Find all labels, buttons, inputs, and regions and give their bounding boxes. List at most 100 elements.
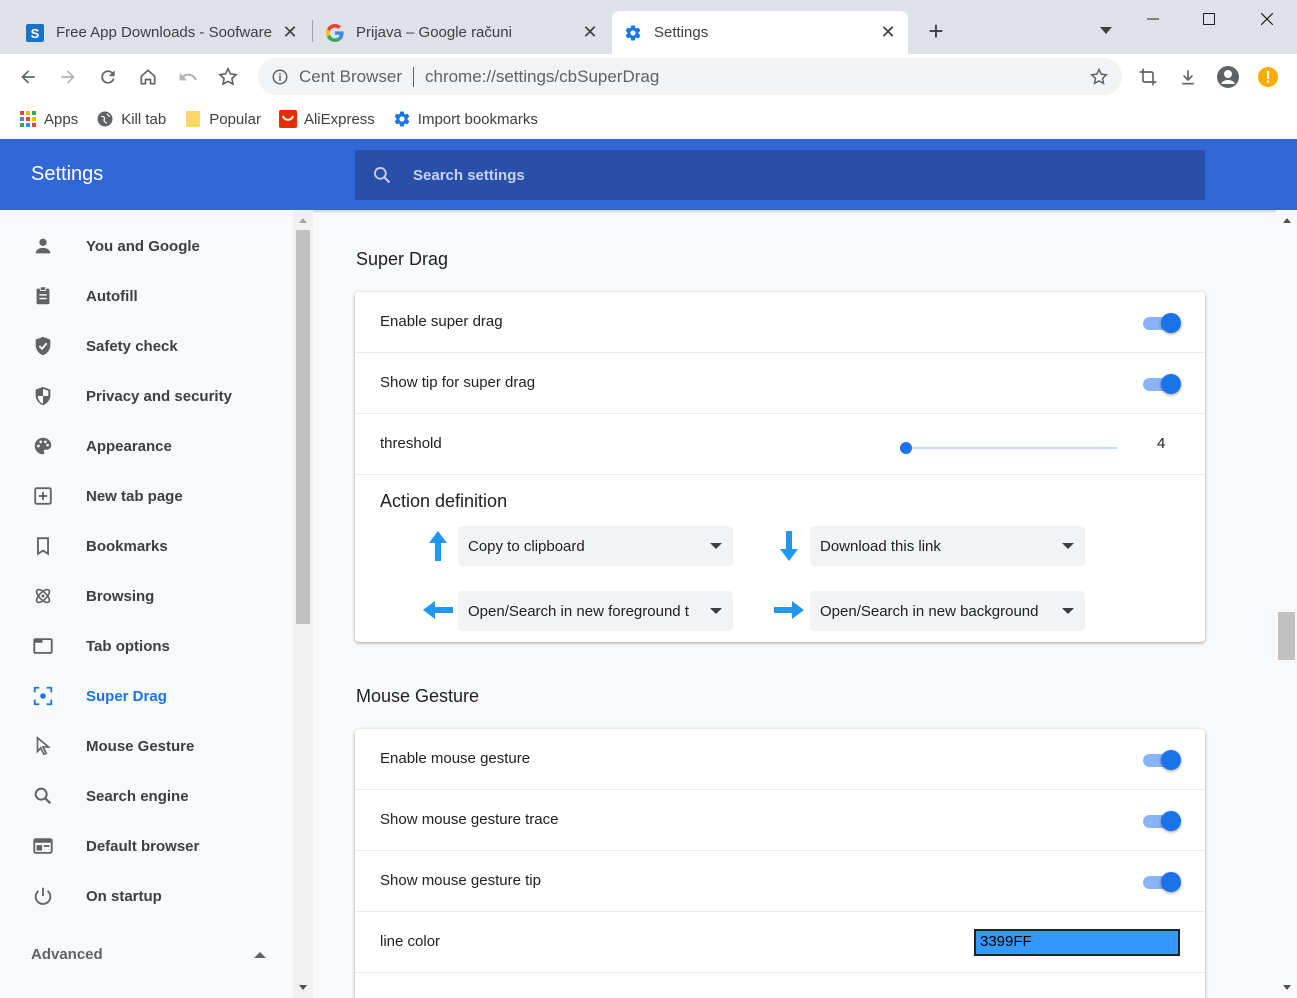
- sidebar-item-search-engine[interactable]: Search engine: [0, 771, 293, 821]
- page-title: Settings: [31, 163, 104, 185]
- reload-icon[interactable]: [93, 62, 123, 92]
- arrow-left-icon: [420, 592, 456, 628]
- sidebar-item-mouse-gesture[interactable]: Mouse Gesture: [0, 721, 293, 771]
- sidebar-item-label: Safety check: [86, 337, 178, 355]
- advanced-toggle[interactable]: Advanced: [31, 946, 103, 963]
- info-icon[interactable]: [270, 67, 290, 87]
- sidebar-item-privacy[interactable]: Privacy and security: [0, 371, 293, 421]
- action-up-dropdown[interactable]: Copy to clipboard: [458, 526, 733, 566]
- bookmark-aliexpress[interactable]: AliExpress: [278, 110, 375, 128]
- section-title-super-drag: Super Drag: [356, 249, 449, 269]
- scroll-down-arrow-icon[interactable]: [299, 985, 307, 990]
- sidebar-item-default-browser[interactable]: Default browser: [0, 821, 293, 871]
- sidebar-item-autofill[interactable]: Autofill: [0, 271, 293, 321]
- settings-header: Settings Search settings: [0, 139, 1297, 210]
- tab-google[interactable]: Prijava – Google računi ✕: [314, 11, 610, 54]
- omnibox[interactable]: Cent Browser chrome://settings/cbSuperDr…: [258, 58, 1122, 95]
- maximize-icon[interactable]: [1198, 8, 1220, 30]
- new-tab-icon[interactable]: +: [922, 18, 950, 46]
- omnibox-url[interactable]: chrome://settings/cbSuperDrag: [425, 67, 1088, 87]
- palette-icon: [31, 434, 55, 458]
- arrow-up-icon: [420, 528, 456, 564]
- home-icon[interactable]: [133, 62, 163, 92]
- scroll-up-arrow-icon[interactable]: [1283, 218, 1291, 223]
- bookmark-label: Kill tab: [121, 110, 167, 128]
- scroll-up-arrow-icon[interactable]: [299, 218, 307, 223]
- threshold-slider[interactable]: [900, 441, 1117, 455]
- action-down-dropdown[interactable]: Download this link: [810, 526, 1085, 566]
- alert-menu-icon[interactable]: [1253, 62, 1283, 92]
- sidebar-item-label: On startup: [86, 887, 162, 905]
- chevron-down-icon: [710, 543, 722, 549]
- minimize-icon[interactable]: [1142, 8, 1164, 30]
- sidebar-item-label: Default browser: [86, 837, 200, 855]
- bookmark-apps[interactable]: Apps: [19, 110, 78, 128]
- enable-super-drag-toggle[interactable]: [1141, 313, 1181, 333]
- star-bookmark-icon[interactable]: [213, 62, 243, 92]
- setting-label: Show mouse gesture trace: [380, 811, 559, 828]
- slider-knob[interactable]: [900, 442, 912, 454]
- undo-close-tab-icon[interactable]: [173, 62, 203, 92]
- sidebar-item-bookmarks[interactable]: Bookmarks: [0, 521, 293, 571]
- close-tab-icon[interactable]: ✕: [282, 22, 298, 42]
- forward-arrow-icon[interactable]: [53, 62, 83, 92]
- page-scrollbar[interactable]: [1276, 210, 1297, 998]
- tab-search-dropdown-icon[interactable]: [1100, 27, 1112, 34]
- atom-icon: [31, 584, 55, 608]
- scroll-down-arrow-icon[interactable]: [1283, 985, 1291, 990]
- setting-row: Show mouse gesture tip: [355, 851, 1205, 912]
- apps-grid-icon: [19, 110, 37, 128]
- omnibox-host: Cent Browser: [299, 66, 402, 86]
- bookmark-import[interactable]: Import bookmarks: [393, 110, 538, 128]
- sidebar-item-you-and-google[interactable]: You and Google: [0, 221, 293, 271]
- super-drag-icon: [31, 684, 55, 708]
- show-gesture-tip-toggle[interactable]: [1141, 872, 1181, 892]
- settings-sidebar: You and Google Autofill Safety check Pri…: [0, 210, 293, 998]
- search-placeholder: Search settings: [413, 166, 525, 184]
- tab-settings[interactable]: Settings ✕: [612, 11, 908, 54]
- sidebar-item-safety-check[interactable]: Safety check: [0, 321, 293, 371]
- sidebar-item-on-startup[interactable]: On startup: [0, 871, 293, 921]
- close-tab-icon[interactable]: ✕: [582, 22, 598, 42]
- clipboard-icon: [31, 284, 55, 308]
- action-left-dropdown[interactable]: Open/Search in new foreground t: [458, 591, 733, 631]
- bookmark-popular[interactable]: Popular: [184, 110, 261, 128]
- sidebar-item-new-tab-page[interactable]: New tab page: [0, 471, 293, 521]
- bookmark-star-icon[interactable]: [1088, 66, 1110, 88]
- show-tip-toggle[interactable]: [1141, 374, 1181, 394]
- close-tab-icon[interactable]: ✕: [880, 22, 896, 42]
- tab-soofware[interactable]: S Free App Downloads - Soofware ✕: [14, 11, 310, 54]
- super-drag-card: Enable super drag Show tip for super dra…: [355, 292, 1205, 642]
- person-icon: [31, 234, 55, 258]
- section-title-mouse-gesture: Mouse Gesture: [356, 686, 480, 706]
- slider-track: [900, 447, 1117, 449]
- bookmark-icon: [31, 534, 55, 558]
- sidebar-scrollbar[interactable]: [293, 210, 313, 998]
- crop-screenshot-icon[interactable]: [1133, 62, 1163, 92]
- scrollbar-thumb[interactable]: [296, 230, 310, 624]
- scrollbar-thumb[interactable]: [1278, 612, 1295, 660]
- sidebar-item-label: Bookmarks: [86, 537, 168, 555]
- sidebar-item-label: Super Drag: [86, 687, 167, 705]
- sidebar-item-label: Appearance: [86, 437, 172, 455]
- chevron-up-icon[interactable]: [254, 952, 266, 958]
- omnibox-divider: [412, 66, 414, 87]
- chevron-down-icon: [710, 608, 722, 614]
- bookmark-kill-tab[interactable]: Kill tab: [96, 110, 166, 128]
- sidebar-item-super-drag[interactable]: Super Drag: [0, 671, 293, 721]
- sidebar-item-browsing[interactable]: Browsing: [0, 571, 293, 621]
- download-icon[interactable]: [1173, 62, 1203, 92]
- search-settings-input[interactable]: Search settings: [355, 150, 1205, 200]
- mouse-gesture-card: Enable mouse gesture Show mouse gesture …: [355, 729, 1205, 998]
- line-color-input[interactable]: 3399FF: [974, 929, 1180, 956]
- action-right-dropdown[interactable]: Open/Search in new background: [810, 591, 1085, 631]
- sidebar-item-tab-options[interactable]: Tab options: [0, 621, 293, 671]
- show-gesture-trace-toggle[interactable]: [1141, 811, 1181, 831]
- search-icon: [31, 784, 55, 808]
- enable-mouse-gesture-toggle[interactable]: [1141, 750, 1181, 770]
- window-close-icon[interactable]: [1256, 8, 1278, 30]
- sidebar-item-label: Search engine: [86, 787, 189, 805]
- sidebar-item-appearance[interactable]: Appearance: [0, 421, 293, 471]
- back-arrow-icon[interactable]: [13, 62, 43, 92]
- profile-avatar-icon[interactable]: [1213, 62, 1243, 92]
